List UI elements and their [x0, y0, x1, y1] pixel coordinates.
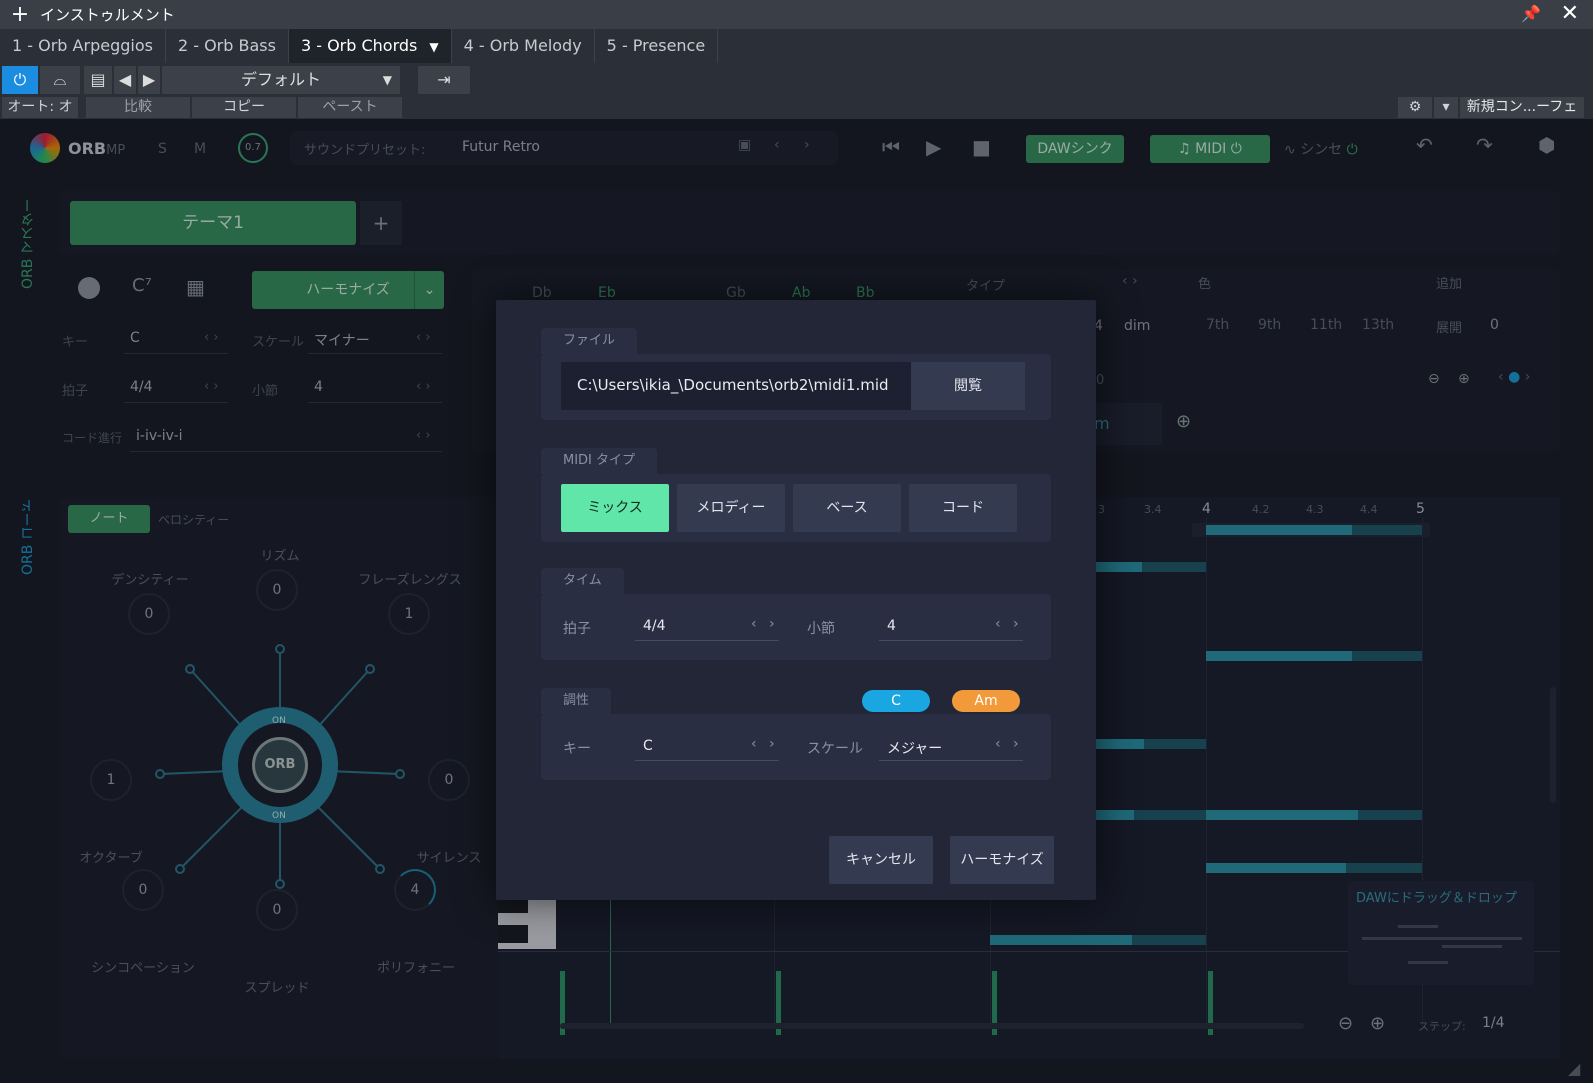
- paste-button[interactable]: ペースト: [298, 97, 402, 118]
- gear-icon[interactable]: ⚙: [1398, 97, 1432, 118]
- tab-orb-melody[interactable]: 4 - Orb Melody: [452, 29, 595, 63]
- monitor-icon[interactable]: ⌓: [40, 66, 80, 94]
- file-path-field[interactable]: C:\Users\ikia_\Documents\orb2\midi1.mid: [561, 362, 911, 410]
- divider: [635, 640, 779, 641]
- midi-type-section-tab: MIDI タイプ: [541, 448, 658, 474]
- bars-value[interactable]: 4: [887, 618, 896, 634]
- time-arrows[interactable]: ‹ ›: [751, 616, 779, 632]
- browse-button[interactable]: 閲覧: [911, 362, 1025, 410]
- divider: [635, 760, 779, 761]
- tonality-section: キー C ‹ › スケール メジャー ‹ ›: [541, 714, 1051, 780]
- time-label: 拍子: [563, 621, 591, 637]
- scale-value[interactable]: メジャー: [887, 738, 942, 758]
- key-badge-c: C: [862, 690, 930, 712]
- add-icon[interactable]: +: [0, 2, 40, 27]
- preset-list-icon[interactable]: ▤: [84, 66, 112, 94]
- divider: [879, 760, 1023, 761]
- tab-label: 2 - Orb Bass: [177, 36, 276, 55]
- auto-off-button[interactable]: オート: オフ: [2, 97, 78, 136]
- tab-orb-arpeggios[interactable]: 1 - Orb Arpeggios: [0, 29, 166, 63]
- tab-orb-bass[interactable]: 2 - Orb Bass: [166, 29, 289, 63]
- tab-orb-chords[interactable]: 3 - Orb Chords ▼: [288, 29, 452, 63]
- tab-label: 4 - Orb Melody: [463, 36, 582, 55]
- chevron-down-icon[interactable]: ▼: [429, 40, 438, 54]
- copy-button[interactable]: コピー: [192, 97, 296, 118]
- midi-type-section: ミックス メロディー ベース コード: [541, 474, 1051, 542]
- tab-label: 1 - Orb Arpeggios: [12, 36, 153, 55]
- expand-icon[interactable]: ⇥: [418, 66, 470, 94]
- tab-label: 5 - Presence: [606, 36, 706, 55]
- bars-label: 小節: [807, 621, 835, 637]
- midi-import-dialog: ファイル C:\Users\ikia_\Documents\orb2\midi1…: [496, 300, 1096, 900]
- chevron-down-icon[interactable]: ▾: [1434, 97, 1458, 118]
- scale-arrows[interactable]: ‹ ›: [995, 736, 1023, 752]
- scale-label: スケール: [807, 741, 863, 757]
- host-toolbar: ⏻ ⌓ ▤ ◀ ▶ デフォルト ▼ ⇥: [0, 63, 1593, 97]
- prev-preset-icon[interactable]: ◀: [114, 66, 136, 94]
- key-label: キー: [563, 741, 591, 757]
- new-console-button[interactable]: 新規コン...ーフェス: [1460, 97, 1584, 136]
- preset-name: デフォルト: [240, 70, 321, 89]
- next-preset-icon[interactable]: ▶: [138, 66, 160, 94]
- cancel-button[interactable]: キャンセル: [829, 836, 933, 884]
- midi-type-chord[interactable]: コード: [909, 484, 1017, 532]
- title-bar: + インストゥルメント 📌 ✕: [0, 0, 1593, 29]
- midi-type-bass[interactable]: ベース: [793, 484, 901, 532]
- time-section: 拍子 4/4 ‹ › 小節 4 ‹ ›: [541, 594, 1051, 660]
- key-arrows[interactable]: ‹ ›: [751, 736, 779, 752]
- pin-icon[interactable]: 📌: [1521, 4, 1541, 23]
- window-title: インストゥルメント: [40, 6, 175, 24]
- tonality-section-tab: 調性: [541, 688, 612, 714]
- time-section-tab: タイム: [541, 568, 624, 594]
- tab-label: 3 - Orb Chords: [300, 36, 418, 55]
- file-section: C:\Users\ikia_\Documents\orb2\midi1.mid …: [541, 354, 1051, 420]
- close-icon[interactable]: ✕: [1561, 1, 1579, 26]
- divider: [879, 640, 1023, 641]
- host-toolbar-2: オート: オフ 比較 コピー ペースト ⚙ ▾ 新規コン...ーフェス: [0, 97, 1593, 136]
- instrument-tabs: 1 - Orb Arpeggios 2 - Orb Bass 3 - Orb C…: [0, 29, 1593, 63]
- harmonize-confirm-button[interactable]: ハーモナイズ: [950, 836, 1054, 884]
- file-path-value: C:\Users\ikia_\Documents\orb2\midi1.mid: [577, 376, 889, 394]
- compare-button[interactable]: 比較: [86, 97, 190, 118]
- chevron-down-icon: ▼: [382, 73, 392, 87]
- tab-presence[interactable]: 5 - Presence: [595, 29, 719, 63]
- time-value[interactable]: 4/4: [643, 618, 666, 634]
- midi-type-mix[interactable]: ミックス: [561, 484, 669, 532]
- file-section-tab: ファイル: [541, 328, 638, 354]
- power-icon[interactable]: ⏻: [2, 66, 38, 94]
- key-badge-am: Am: [952, 690, 1020, 712]
- key-value[interactable]: C: [643, 738, 653, 754]
- preset-select[interactable]: デフォルト ▼: [162, 66, 400, 94]
- midi-type-melody[interactable]: メロディー: [677, 484, 785, 532]
- bars-arrows[interactable]: ‹ ›: [995, 616, 1023, 632]
